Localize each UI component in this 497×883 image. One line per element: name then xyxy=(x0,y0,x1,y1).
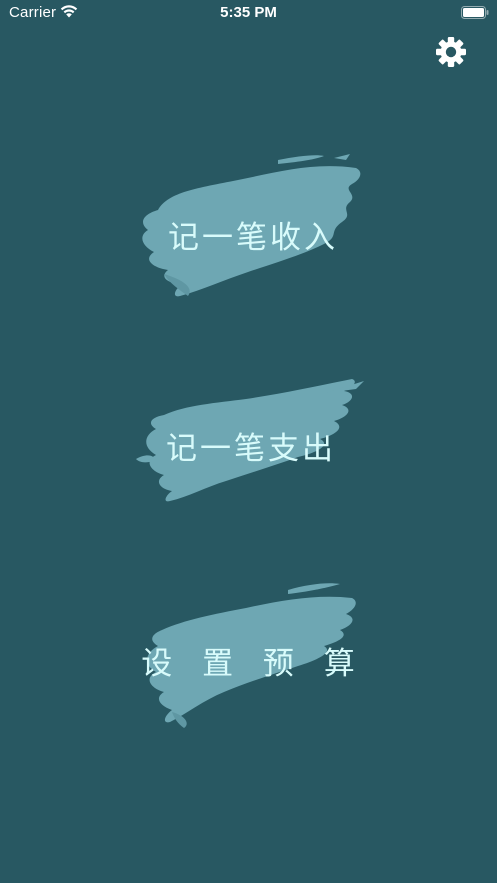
record-expense-button[interactable]: 记一笔支出 xyxy=(126,375,376,525)
record-expense-label: 记一笔支出 xyxy=(166,431,336,467)
record-income-label: 记一笔收入 xyxy=(168,220,338,256)
set-budget-label: 设 置 预 算 xyxy=(141,646,365,682)
status-bar: Carrier 5:35 PM xyxy=(0,0,497,26)
battery-icon xyxy=(461,6,489,19)
gear-icon xyxy=(436,37,466,67)
home-screen: Carrier 5:35 PM 记一笔收入 记一笔支出 设 置 预 算 xyxy=(0,0,497,883)
set-budget-button[interactable]: 设 置 预 算 xyxy=(128,580,378,730)
clock-time: 5:35 PM xyxy=(220,4,277,21)
settings-button[interactable] xyxy=(433,34,469,70)
record-income-button[interactable]: 记一笔收入 xyxy=(128,150,378,300)
